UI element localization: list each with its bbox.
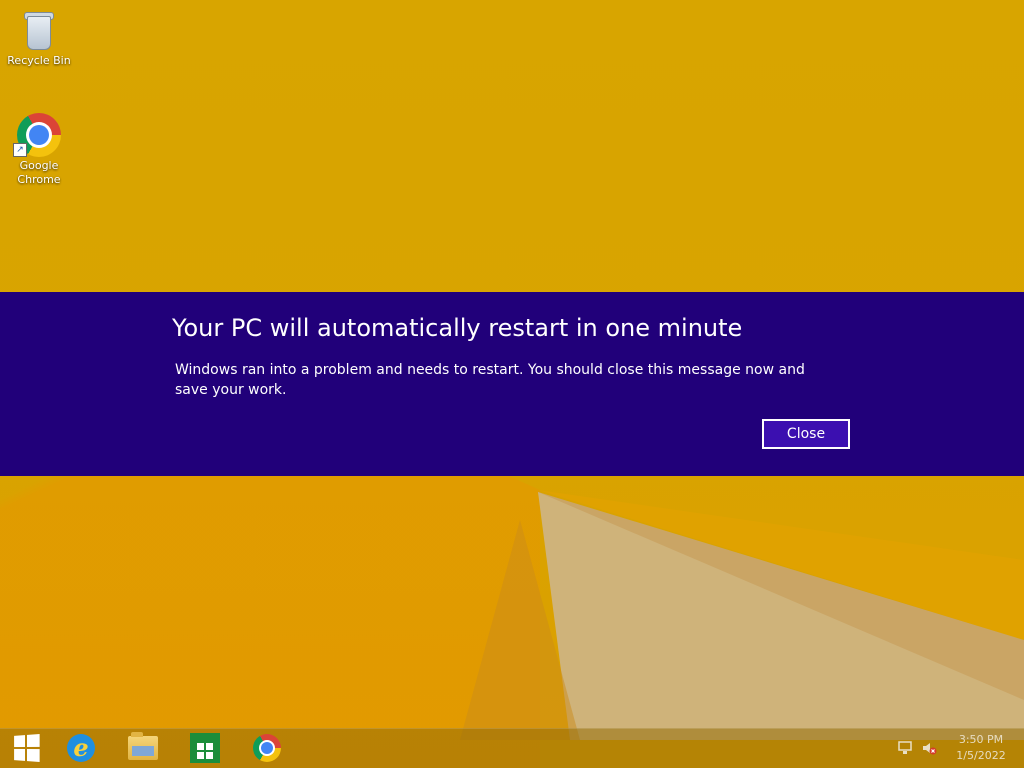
chrome-icon: ↗ bbox=[13, 113, 61, 157]
taskbar: e bbox=[0, 728, 1024, 768]
desktop-icon-google-chrome[interactable]: ↗ Google Chrome bbox=[7, 113, 71, 187]
taskbar-google-chrome[interactable] bbox=[241, 728, 293, 768]
desktop-icon-recycle-bin[interactable]: Recycle Bin bbox=[7, 8, 71, 68]
desktop-icon-label: Google Chrome bbox=[17, 159, 61, 186]
network-icon[interactable] bbox=[898, 740, 914, 756]
dialog-title: Your PC will automatically restart in on… bbox=[172, 314, 743, 342]
close-button[interactable]: Close bbox=[762, 419, 850, 449]
taskbar-windows-store[interactable] bbox=[179, 728, 231, 768]
taskbar-clock[interactable]: 3:50 PM 1/5/2022 bbox=[950, 732, 1012, 764]
windows-store-icon bbox=[190, 733, 220, 763]
clock-time: 3:50 PM bbox=[958, 733, 1004, 746]
taskbar-internet-explorer[interactable]: e bbox=[55, 728, 107, 768]
volume-muted-icon[interactable] bbox=[921, 740, 937, 756]
windows-start-icon bbox=[14, 734, 40, 762]
start-button[interactable] bbox=[0, 728, 52, 768]
dialog-message: Windows ran into a problem and needs to … bbox=[175, 362, 805, 398]
internet-explorer-icon: e bbox=[67, 734, 95, 762]
desktop-icon-label: Recycle Bin bbox=[7, 54, 71, 67]
shortcut-arrow-icon: ↗ bbox=[13, 143, 27, 157]
taskbar-file-explorer[interactable] bbox=[117, 728, 169, 768]
clock-date: 1/5/2022 bbox=[956, 749, 1006, 762]
chrome-icon bbox=[253, 734, 281, 762]
file-explorer-icon bbox=[128, 732, 158, 760]
recycle-bin-icon bbox=[17, 8, 61, 52]
